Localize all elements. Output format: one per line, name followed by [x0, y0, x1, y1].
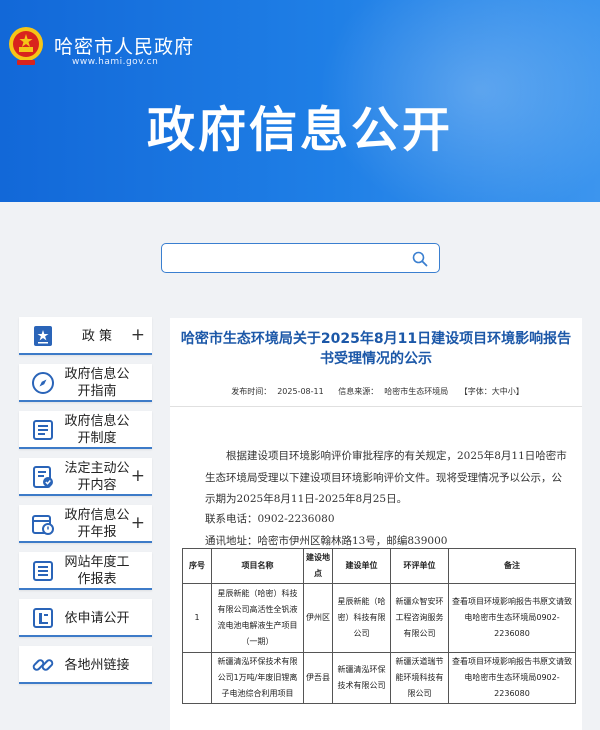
- sidebar-item-regional-links[interactable]: 各地州链接: [19, 646, 152, 684]
- sidebar-item-label: 网站年度工作报表: [64, 555, 130, 587]
- cell-name: 新疆清泓环保技术有限公司1万吨/年废旧锂离子电池综合利用项目: [211, 652, 304, 704]
- sidebar-item-label: 各地州链接: [64, 658, 130, 673]
- sidebar-item-system[interactable]: 政府信息公开制度: [19, 411, 152, 449]
- sidebar-item-label: 法定主动公开内容: [64, 461, 130, 493]
- site-name[interactable]: 哈密市人民政府: [54, 32, 194, 59]
- sidebar-item-label: 政府信息公开指南: [64, 367, 130, 399]
- sidebar-item-guide[interactable]: 政府信息公开指南: [19, 364, 152, 402]
- article-meta: 发布时间： 2025-08-11 信息来源： 哈密市生态环境局 【字体：大中小】: [170, 386, 582, 397]
- sidebar-item-application[interactable]: 依申请公开: [19, 599, 152, 637]
- search-box: [161, 243, 440, 273]
- policy-doc-icon: [34, 326, 52, 346]
- compass-icon: [32, 372, 54, 394]
- sidebar-item-label: 依申请公开: [64, 611, 130, 626]
- cell-note: 查看项目环境影响报告书原文请致电哈密市生态环境局0902-2236080: [448, 652, 576, 704]
- site-header: 哈密市人民政府 www.hami.gov.cn 政府信息公开: [0, 0, 600, 202]
- table-row: 1 星辰新能（哈密）科技有限公司高活性全钒液流电池电解液生产项目（一期） 伊州区…: [182, 583, 576, 653]
- cell-location: 伊州区: [303, 583, 333, 653]
- sidebar-item-statutory[interactable]: 法定主动公开内容 +: [19, 458, 152, 496]
- sidebar-item-annual-report[interactable]: 政府信息公开年报 +: [19, 505, 152, 543]
- search-icon[interactable]: [411, 250, 429, 268]
- expand-plus-icon[interactable]: +: [131, 467, 145, 485]
- application-icon: [33, 608, 53, 628]
- body-paragraph: 根据建设项目环境影响评价审批程序的有关规定，2025年8月11日哈密市生态环境局…: [205, 450, 567, 505]
- sidebar-item-label: 政府信息公开制度: [64, 414, 130, 446]
- search-input[interactable]: [168, 249, 398, 267]
- sidebar-item-label: 政 策: [81, 329, 113, 344]
- cell-builder: 星辰新能（哈密）科技有限公司: [332, 583, 391, 653]
- national-emblem-icon[interactable]: [7, 26, 45, 66]
- publish-date: 2025-08-11: [277, 387, 324, 396]
- article-body: 根据建设项目环境影响评价审批程序的有关规定，2025年8月11日哈密市生态环境局…: [205, 446, 567, 511]
- checklist-doc-icon: [33, 466, 53, 488]
- table-header-row: 序号 项目名称 建设地点 建设单位 环评单位 备注: [182, 548, 576, 584]
- cell-no: 1: [182, 583, 212, 653]
- source-value: 哈密市生态环境局: [384, 387, 449, 396]
- title-divider: [170, 406, 582, 407]
- col-header-no: 序号: [182, 548, 212, 584]
- report-list-icon: [33, 561, 53, 581]
- link-chain-icon: [32, 659, 54, 671]
- table-row: 新疆清泓环保技术有限公司1万吨/年废旧锂离子电池综合利用项目 伊吾县 新疆清泓环…: [182, 652, 576, 704]
- cell-builder: 新疆清泓环保技术有限公司: [332, 652, 391, 704]
- source-label: 信息来源：: [338, 387, 379, 396]
- sidebar-item-website-report[interactable]: 网站年度工作报表: [19, 552, 152, 590]
- expand-plus-icon[interactable]: +: [131, 326, 145, 344]
- banner-title: 政府信息公开: [146, 102, 453, 158]
- col-header-eia: 环评单位: [390, 548, 449, 584]
- cell-name: 星辰新能（哈密）科技有限公司高活性全钒液流电池电解液生产项目（一期）: [211, 583, 304, 653]
- article-title: 哈密市生态环境局关于2025年8月11日建设项目环境影响报告书受理情况的公示: [180, 331, 572, 367]
- cell-location: 伊吾县: [303, 652, 333, 704]
- calendar-report-icon: [32, 515, 54, 535]
- site-url: www.hami.gov.cn: [72, 57, 159, 67]
- cell-note: 查看项目环境影响报告书原文请致电哈密市生态环境局0902-2236080: [448, 583, 576, 653]
- article-content: 哈密市生态环境局关于2025年8月11日建设项目环境影响报告书受理情况的公示 发…: [170, 318, 582, 730]
- sidebar-item-label: 政府信息公开年报: [64, 508, 130, 540]
- cell-eia: 新疆众智安环工程咨询服务有限公司: [390, 583, 449, 653]
- publish-label: 发布时间：: [231, 387, 272, 396]
- phone-line: 联系电话：0902-2236080: [205, 513, 335, 525]
- col-header-note: 备注: [448, 548, 576, 584]
- col-header-location: 建设地点: [303, 548, 333, 584]
- list-doc-icon: [33, 420, 53, 440]
- font-size-control[interactable]: 【字体：大中小】: [460, 387, 524, 396]
- sidebar-item-policy[interactable]: 政 策 +: [19, 317, 152, 355]
- col-header-builder: 建设单位: [332, 548, 391, 584]
- cell-no: [182, 652, 212, 704]
- cell-eia: 新疆沃道瑞节能环境科技有限公司: [390, 652, 449, 704]
- contact-info: 联系电话：0902-2236080 通讯地址：哈密市伊州区翰林路13号，邮编83…: [205, 509, 447, 552]
- project-table: 序号 项目名称 建设地点 建设单位 环评单位 备注 1 星辰新能（哈密）科技有限…: [182, 548, 576, 704]
- col-header-name: 项目名称: [211, 548, 304, 584]
- expand-plus-icon[interactable]: +: [131, 514, 145, 532]
